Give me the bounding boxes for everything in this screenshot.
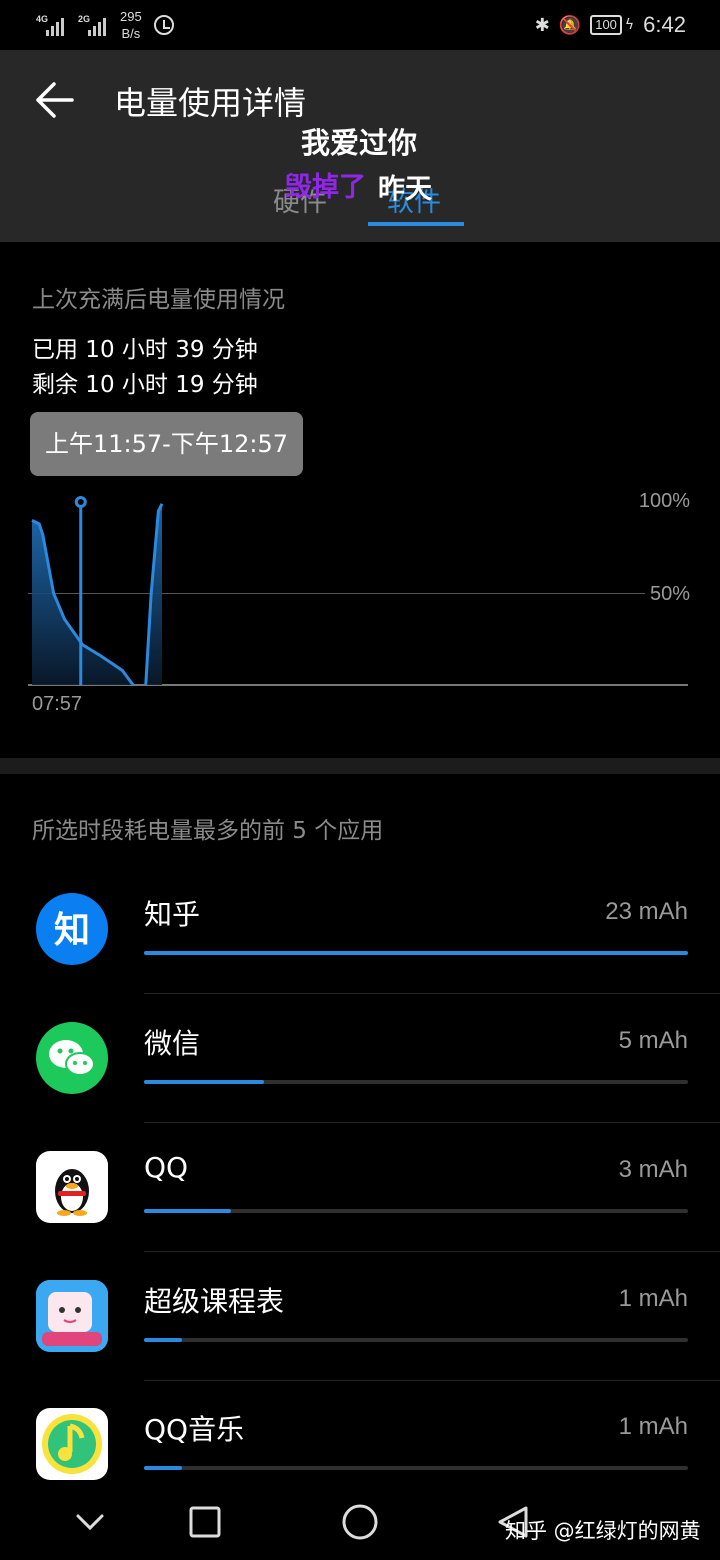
tab-indicator xyxy=(368,222,464,226)
app-name: 知乎 xyxy=(144,898,201,931)
row-divider xyxy=(144,1251,720,1252)
app-row-wechat[interactable]: 微信 5 mAh xyxy=(0,1022,720,1150)
nav-recents-button[interactable] xyxy=(183,1500,227,1544)
status-right: ✱ 🔕 100 ϟ 6:42 xyxy=(535,12,686,38)
usage-section-label: 上次充满后电量使用情况 xyxy=(32,287,285,313)
app-row-qq[interactable]: QQ 3 mAh xyxy=(0,1151,720,1279)
usage-bar xyxy=(144,1338,688,1342)
mute-bell-icon: 🔕 xyxy=(558,14,582,36)
qq-music-icon xyxy=(36,1408,108,1480)
battery-chart[interactable]: 100% 50% 07:57 xyxy=(0,480,720,730)
signal-icon-1: 4G xyxy=(36,14,70,36)
app-bar: 电量使用详情 硬件 软件 我爱过你 毁掉了 昨天 xyxy=(0,50,720,242)
super-schedule-icon xyxy=(36,1280,108,1352)
app-usage-value: 3 mAh xyxy=(618,1156,688,1183)
app-usage-value: 5 mAh xyxy=(618,1027,688,1054)
zhihu-icon: 知 xyxy=(36,893,108,965)
app-row-zhihu[interactable]: 知 知乎 23 mAh xyxy=(0,893,720,1021)
row-divider xyxy=(144,993,720,994)
app-name: 微信 xyxy=(144,1027,201,1060)
charging-icon: ϟ xyxy=(624,17,635,33)
network-type-2: 2G xyxy=(78,14,91,24)
network-type-1: 4G xyxy=(36,14,49,24)
app-name: 超级课程表 xyxy=(144,1285,285,1318)
clock: 6:42 xyxy=(643,12,686,37)
app-usage-value: 1 mAh xyxy=(618,1285,688,1312)
usage-bar xyxy=(144,1080,688,1084)
speed-value: 295 xyxy=(120,9,142,24)
top-apps-section-label: 所选时段耗电量最多的前 5 个应用 xyxy=(32,818,384,844)
status-bar: 4G 2G 295 B/s ✱ 🔕 100 ϟ 6:42 xyxy=(0,0,720,50)
selected-time-range[interactable]: 上午11:57-下午12:57 xyxy=(30,412,303,476)
used-time: 已用 10 小时 39 分钟 xyxy=(32,337,258,363)
speed-unit: B/s xyxy=(121,26,141,41)
app-usage-value: 23 mAh xyxy=(605,898,688,925)
remaining-time: 剩余 10 小时 19 分钟 xyxy=(32,372,258,398)
battery-area-1 xyxy=(32,520,134,685)
x-tick-start: 07:57 xyxy=(32,693,83,715)
bluetooth-icon: ✱ xyxy=(534,14,550,36)
page-title: 电量使用详情 xyxy=(114,84,307,122)
overlay-caption-2: 毁掉了 xyxy=(285,172,366,203)
overlay-caption-1: 我爱过你 xyxy=(301,126,418,160)
alarm-icon xyxy=(153,15,174,35)
row-divider xyxy=(144,1122,720,1123)
app-name: QQ音乐 xyxy=(144,1413,245,1446)
app-row-super-schedule[interactable]: 超级课程表 1 mAh xyxy=(0,1280,720,1408)
chevron-down-icon xyxy=(76,1514,104,1531)
watermark: 知乎 @红绿灯的网黄 xyxy=(505,1519,701,1543)
usage-bar-fill xyxy=(144,1338,183,1342)
qq-icon xyxy=(36,1151,108,1223)
app-name: QQ xyxy=(144,1151,189,1184)
app-usage-value: 1 mAh xyxy=(618,1413,688,1440)
usage-bar-fill xyxy=(144,1080,264,1084)
usage-bar-fill xyxy=(144,1466,183,1470)
y-tick-100: 100% xyxy=(638,490,690,512)
svg-text:知: 知 xyxy=(54,910,90,951)
section-divider xyxy=(0,758,720,774)
battery-icon: 100 xyxy=(590,15,622,35)
usage-bar xyxy=(144,1466,688,1470)
status-left: 4G 2G 295 B/s xyxy=(36,8,174,42)
circle-icon xyxy=(342,1504,378,1540)
selection-marker-handle xyxy=(74,496,87,508)
usage-bar xyxy=(144,951,688,955)
y-tick-50: 50% xyxy=(649,583,690,605)
nav-home-button[interactable] xyxy=(338,1500,382,1544)
back-button[interactable] xyxy=(28,76,84,126)
signal-icon-2: 2G xyxy=(78,14,112,36)
overlay-caption-3: 昨天 xyxy=(378,174,432,205)
usage-bar-fill xyxy=(144,951,688,955)
back-arrow-icon xyxy=(36,82,74,118)
row-divider xyxy=(144,1380,720,1381)
usage-bar-fill xyxy=(144,1209,232,1213)
network-speed: 295 B/s xyxy=(120,8,142,42)
wechat-icon xyxy=(36,1022,108,1094)
battery-chart-svg xyxy=(28,496,688,686)
nav-collapse-button[interactable] xyxy=(68,1500,112,1544)
square-icon xyxy=(189,1506,221,1538)
usage-bar xyxy=(144,1209,688,1213)
